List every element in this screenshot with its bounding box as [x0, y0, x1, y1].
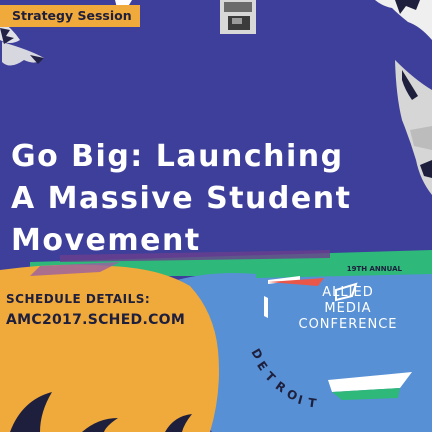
schedule-label: SCHEDULE DETAILS: [6, 292, 151, 306]
title-line-3: Movement [11, 223, 201, 258]
schedule-url: AMC2017.SCHED.COM [6, 312, 186, 328]
tree-silhouette-icon [375, 0, 432, 40]
conference-logo: 19TH ANNUAL ALLIED MEDIA CONFERENCE [264, 263, 432, 333]
conference-name-line-3: CONFERENCE [298, 317, 398, 332]
conference-name-line-1: ALLIED [322, 285, 374, 300]
title-line-1: Go Big: Launching [11, 139, 344, 174]
schedule-details: SCHEDULE DETAILS: AMC2017.SCHED.COM [6, 291, 185, 330]
title-line-2: A Massive Student [11, 181, 352, 216]
poster-canvas: Strategy Session Go Big: Launching A Mas… [0, 0, 432, 432]
conference-edition: 19TH ANNUAL [346, 265, 402, 273]
session-type-tag: Strategy Session [0, 5, 140, 27]
film-strip-icon [220, 0, 256, 34]
conference-name-line-2: MEDIA [324, 301, 372, 316]
session-title: Go Big: Launching A Massive Student Move… [11, 136, 411, 262]
